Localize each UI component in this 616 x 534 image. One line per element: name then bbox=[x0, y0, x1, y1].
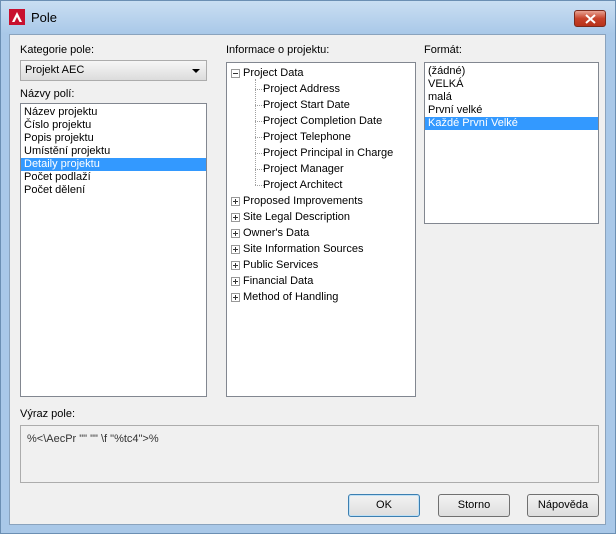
category-dropdown[interactable]: Projekt AEC bbox=[20, 60, 207, 81]
format-list[interactable]: (žádné) VELKÁ malá První velké Každé První V… bbox=[424, 62, 599, 224]
category-label: Kategorie pole: bbox=[20, 44, 94, 56]
expand-icon[interactable] bbox=[231, 245, 240, 254]
window-title: Pole bbox=[31, 10, 58, 25]
tree-item-child[interactable]: Project Telephone bbox=[263, 129, 351, 145]
tree-item-child[interactable]: Project Address bbox=[263, 81, 340, 97]
expand-icon[interactable] bbox=[231, 261, 240, 270]
format-item[interactable]: (žádné) bbox=[425, 65, 598, 78]
tree-item-group[interactable]: Site Information Sources bbox=[243, 241, 363, 257]
expand-icon[interactable] bbox=[231, 293, 240, 302]
tree-item-child[interactable]: Project Start Date bbox=[263, 97, 350, 113]
expand-icon[interactable] bbox=[231, 213, 240, 222]
tree-item-child[interactable]: Project Manager bbox=[263, 161, 344, 177]
tree-connector bbox=[255, 79, 256, 185]
field-name-item[interactable]: Název projektu bbox=[21, 106, 206, 119]
tree-item-project-data[interactable]: Project Data bbox=[243, 65, 304, 81]
tree-item-child[interactable]: Project Completion Date bbox=[263, 113, 382, 129]
tree-item-child[interactable]: Project Principal in Charge bbox=[263, 145, 393, 161]
format-item[interactable]: malá bbox=[425, 91, 598, 104]
tree-item-group[interactable]: Owner's Data bbox=[243, 225, 309, 241]
field-name-item[interactable]: Číslo projektu bbox=[21, 119, 206, 132]
tree-item-group[interactable]: Method of Handling bbox=[243, 289, 338, 305]
field-name-item[interactable]: Počet dělení bbox=[21, 184, 206, 197]
help-button[interactable]: Nápověda bbox=[527, 494, 599, 517]
tree-item-group[interactable]: Financial Data bbox=[243, 273, 313, 289]
tree-item-group[interactable]: Proposed Improvements bbox=[243, 193, 363, 209]
field-name-item[interactable]: Popis projektu bbox=[21, 132, 206, 145]
expand-icon[interactable] bbox=[231, 277, 240, 286]
field-name-item[interactable]: Umístění projektu bbox=[21, 145, 206, 158]
format-item[interactable]: První velké bbox=[425, 104, 598, 117]
dialog-body: Kategorie pole: Projekt AEC Názvy polí: … bbox=[9, 34, 606, 525]
chevron-down-icon bbox=[192, 69, 200, 73]
project-info-label: Informace o projektu: bbox=[226, 44, 330, 56]
field-name-item[interactable]: Počet podlaží bbox=[21, 171, 206, 184]
format-item[interactable]: VELKÁ bbox=[425, 78, 598, 91]
tree-item-group[interactable]: Site Legal Description bbox=[243, 209, 350, 225]
expression-value: %<\AecPr "" "" \f "%tc4">% bbox=[27, 433, 159, 445]
category-value: Projekt AEC bbox=[25, 64, 85, 76]
ok-button[interactable]: OK bbox=[348, 494, 420, 517]
format-label: Formát: bbox=[424, 44, 462, 56]
expression-field[interactable]: %<\AecPr "" "" \f "%tc4">% bbox=[20, 425, 599, 483]
cancel-button[interactable]: Storno bbox=[438, 494, 510, 517]
field-name-item[interactable]: Detaily projektu bbox=[21, 158, 206, 171]
expand-icon[interactable] bbox=[231, 197, 240, 206]
field-names-label: Názvy polí: bbox=[20, 88, 75, 100]
close-icon bbox=[585, 14, 596, 24]
title-bar: Pole bbox=[1, 1, 615, 34]
project-info-tree[interactable]: Project Data Project Address Project Start… bbox=[226, 62, 416, 397]
expand-icon[interactable] bbox=[231, 229, 240, 238]
field-dialog: Pole Kategorie pole: Projekt AEC Názvy p… bbox=[0, 0, 616, 534]
expression-label: Výraz pole: bbox=[20, 408, 76, 420]
autocad-logo-icon bbox=[9, 9, 25, 25]
tree-item-group[interactable]: Public Services bbox=[243, 257, 318, 273]
format-item[interactable]: Každé První Velké bbox=[425, 117, 598, 130]
collapse-icon[interactable] bbox=[231, 69, 240, 78]
close-button[interactable] bbox=[574, 10, 606, 27]
field-names-list[interactable]: Název projektu Číslo projektu Popis projek… bbox=[20, 103, 207, 397]
tree-item-child[interactable]: Project Architect bbox=[263, 177, 342, 193]
